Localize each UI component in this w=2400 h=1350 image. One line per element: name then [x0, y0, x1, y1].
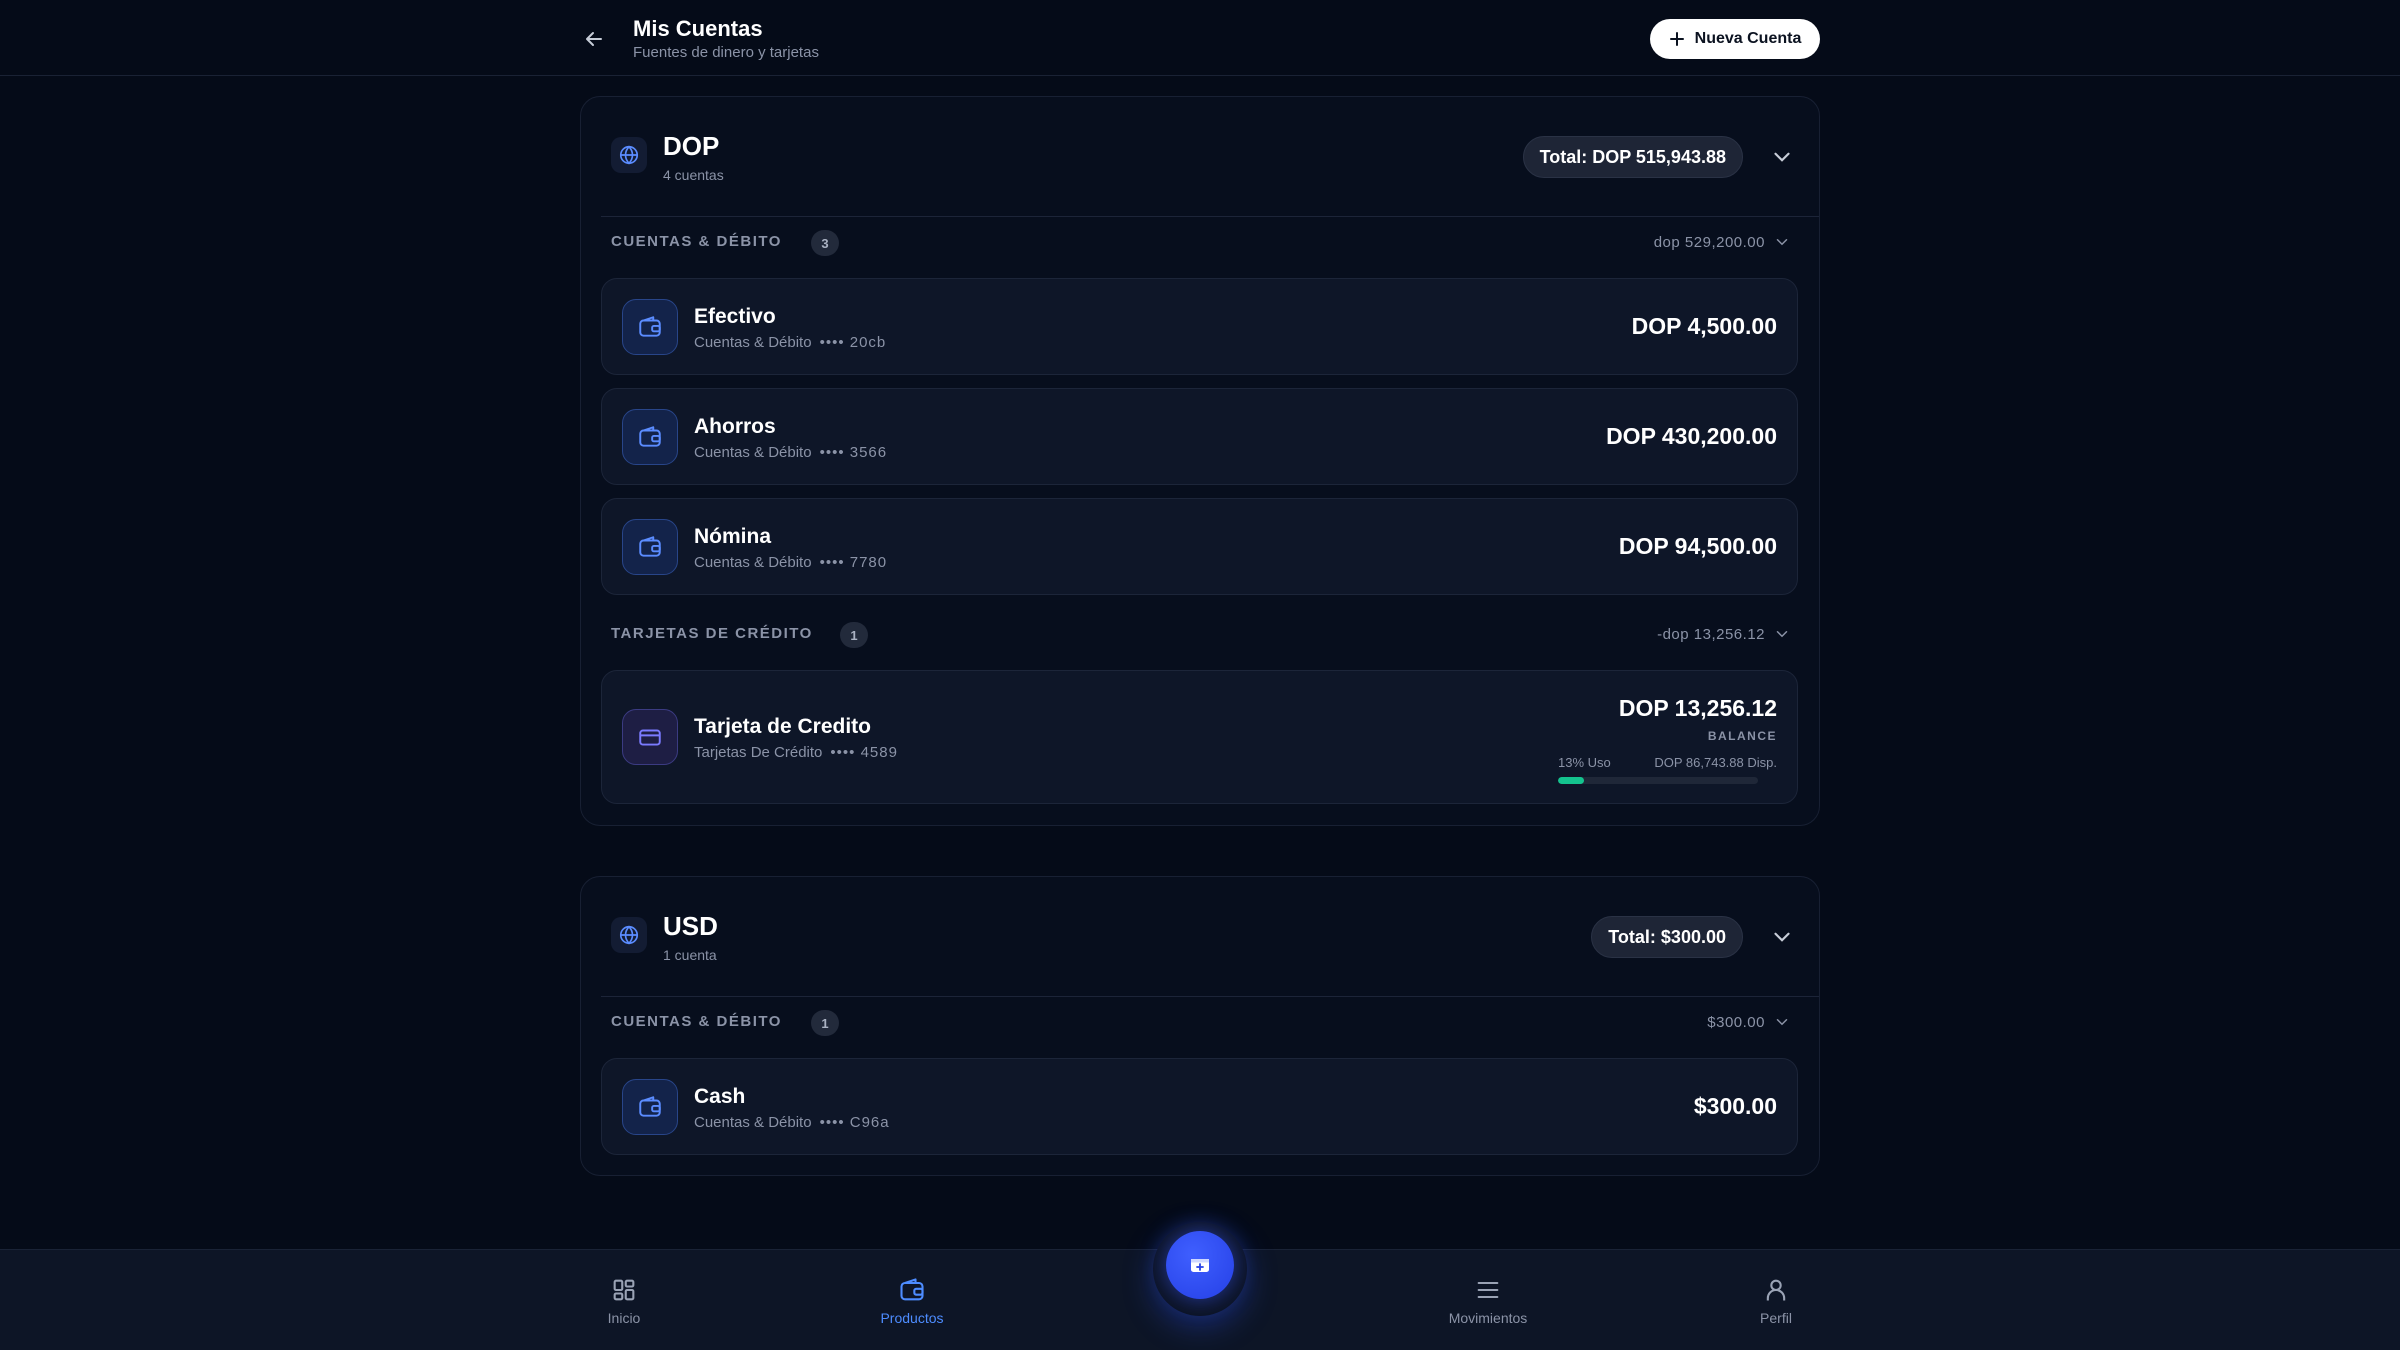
account-name: Efectivo — [694, 305, 776, 328]
nav-label: Perfil — [1760, 1310, 1792, 1326]
account-balance: DOP 4,500.00 — [1631, 313, 1777, 339]
account-card-nomina[interactable]: Nómina Cuentas & Débito •••• 7780 DOP 94,… — [601, 498, 1798, 595]
group-total-badge: Total: DOP 515,943.88 — [1522, 136, 1743, 178]
account-card-ahorros[interactable]: Ahorros Cuentas & Débito •••• 3566 DOP 43… — [601, 388, 1798, 485]
back-button[interactable] — [576, 24, 612, 54]
user-icon — [1766, 1279, 1786, 1301]
currency-group-header[interactable]: DOP 4 cuentas Total: DOP 515,943.88 — [601, 97, 1819, 217]
account-card-efectivo[interactable]: Efectivo Cuentas & Débito •••• 20cb DOP 4… — [601, 278, 1798, 375]
account-meta: Cuentas & Débito •••• 7780 — [694, 554, 888, 571]
account-meta: Cuentas & Débito •••• 20cb — [694, 334, 887, 351]
wallet-plus-icon — [1191, 1259, 1209, 1272]
new-account-label: Nueva Cuenta — [1694, 30, 1802, 47]
available-credit: DOP 86,743.88 Disp. — [1654, 755, 1777, 770]
arrow-left-icon — [586, 32, 602, 46]
wallet-icon — [622, 409, 678, 465]
section-count-badge: 1 — [840, 622, 868, 648]
group-total-badge: Total: $300.00 — [1591, 916, 1743, 958]
section-label: TARJETAS DE CRÉDITO — [611, 625, 813, 642]
nav-item-movimientos[interactable]: Movimientos — [1418, 1276, 1558, 1336]
section-header-credit[interactable]: TARJETAS DE CRÉDITO 1 -dop 13,256.12 — [611, 621, 1791, 649]
wallet-icon — [900, 1278, 924, 1301]
account-balance: DOP 13,256.12 — [1618, 695, 1777, 721]
usage-percent: 13% Uso — [1558, 755, 1611, 770]
top-bar: Mis Cuentas Fuentes de dinero y tarjetas… — [0, 0, 2400, 76]
account-count: 1 cuenta — [663, 947, 717, 963]
usage-progress-bar — [1558, 777, 1758, 784]
page-subtitle: Fuentes de dinero y tarjetas — [633, 44, 819, 61]
nav-label: Movimientos — [1448, 1310, 1528, 1326]
section-count-badge: 1 — [811, 1010, 839, 1036]
quick-action-button[interactable] — [1166, 1231, 1234, 1299]
grid-icon — [613, 1279, 635, 1301]
usage-progress-fill — [1558, 777, 1584, 784]
currency-group-header[interactable]: USD 1 cuenta Total: $300.00 — [601, 877, 1819, 997]
account-balance: DOP 94,500.00 — [1618, 533, 1777, 559]
chevron-down-icon[interactable] — [1769, 924, 1795, 950]
wallet-icon — [622, 519, 678, 575]
section-header-debit[interactable]: CUENTAS & DÉBITO 1 $300.00 — [611, 1009, 1791, 1037]
section-total: -dop 13,256.12 — [1657, 626, 1765, 643]
account-card-credit[interactable]: Tarjeta de Credito Tarjetas De Crédito ••… — [601, 670, 1798, 804]
section-total: $300.00 — [1707, 1014, 1765, 1031]
account-name: Tarjeta de Credito — [694, 715, 871, 738]
page-title: Mis Cuentas — [633, 16, 763, 41]
section-label: CUENTAS & DÉBITO — [611, 1013, 782, 1030]
account-meta: Cuentas & Débito •••• C96a — [694, 1114, 890, 1131]
nav-item-inicio[interactable]: Inicio — [554, 1276, 694, 1336]
account-name: Cash — [694, 1085, 746, 1108]
plus-icon — [1669, 32, 1684, 46]
currency-group-usd: USD 1 cuenta Total: $300.00 CUENTAS & DÉ… — [580, 876, 1820, 1176]
wallet-icon — [622, 299, 678, 355]
account-card-cash[interactable]: Cash Cuentas & Débito •••• C96a $300.00 — [601, 1058, 1798, 1155]
account-meta: Tarjetas De Crédito •••• 4589 — [694, 744, 898, 761]
nav-item-perfil[interactable]: Perfil — [1706, 1276, 1846, 1336]
credit-card-icon — [622, 709, 678, 765]
chevron-down-icon[interactable] — [1769, 144, 1795, 170]
currency-code: DOP — [663, 131, 720, 161]
accounts-page: Mis Cuentas Fuentes de dinero y tarjetas… — [0, 0, 2400, 1350]
account-meta: Cuentas & Débito •••• 3566 — [694, 444, 888, 461]
globe-icon — [611, 917, 647, 953]
nav-label: Inicio — [607, 1310, 641, 1326]
currency-code: USD — [663, 911, 718, 941]
wallet-icon — [622, 1079, 678, 1135]
account-count: 4 cuentas — [663, 167, 724, 183]
account-name: Nómina — [694, 525, 772, 548]
new-account-button[interactable]: Nueva Cuenta — [1650, 19, 1820, 59]
section-header-debit[interactable]: CUENTAS & DÉBITO 3 dop 529,200.00 — [611, 229, 1791, 257]
chevron-down-icon[interactable] — [1773, 1013, 1791, 1031]
account-balance: DOP 430,200.00 — [1606, 423, 1777, 449]
section-total: dop 529,200.00 — [1653, 234, 1765, 251]
account-balance: $300.00 — [1693, 1093, 1777, 1119]
account-name: Ahorros — [694, 415, 776, 438]
list-icon — [1477, 1281, 1499, 1299]
balance-label: BALANCE — [1707, 729, 1777, 743]
section-label: CUENTAS & DÉBITO — [611, 233, 782, 250]
chevron-down-icon[interactable] — [1773, 625, 1791, 643]
nav-label: Productos — [880, 1310, 944, 1326]
currency-group-dop: DOP 4 cuentas Total: DOP 515,943.88 CUEN… — [580, 96, 1820, 826]
section-count-badge: 3 — [811, 230, 839, 256]
nav-item-productos[interactable]: Productos — [842, 1276, 982, 1336]
globe-icon — [611, 137, 647, 173]
chevron-down-icon[interactable] — [1773, 233, 1791, 251]
